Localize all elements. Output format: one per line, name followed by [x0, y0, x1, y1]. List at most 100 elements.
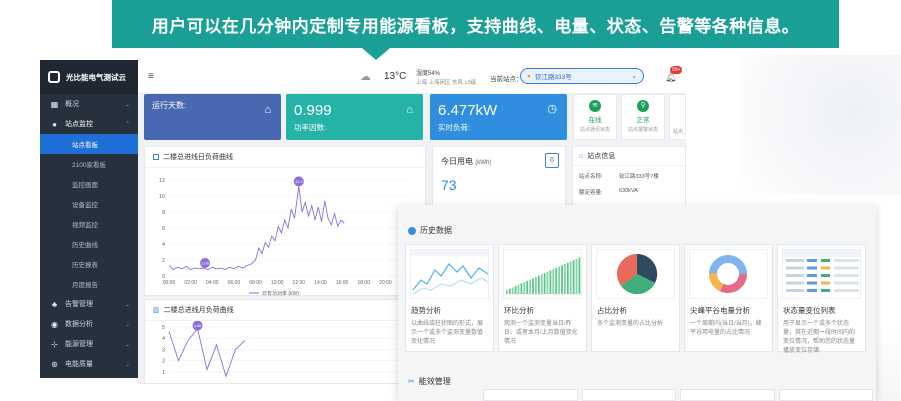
- kpi-power-factor: 0.999 功率因数: ⌂: [286, 94, 423, 140]
- status-value: 在线: [588, 117, 602, 124]
- sidebar-item-label: 数据分析: [65, 321, 93, 328]
- mini-bar: [546, 271, 549, 294]
- mini-bar: [566, 262, 569, 294]
- x-tick-label: 08:00: [249, 280, 262, 286]
- site-info-key: 站点名称:: [579, 174, 603, 180]
- energy-card[interactable]: [778, 389, 873, 401]
- mini-bar: [549, 270, 552, 294]
- sidebar-subitem-history-report[interactable]: 历史报表: [40, 254, 138, 274]
- monthly-load-chart-panel: ▥ 二楼总进线月负荷曲线 1 2 3 4 5 4.86: [144, 299, 426, 384]
- topbar: ≡ ☁ 13°C 湿度54% 上海 上海闵区 东风 ≤3级 当前站点： ● 钦江…: [138, 60, 686, 94]
- data-label: 11.2: [295, 179, 303, 184]
- y-tick-label: 6: [162, 226, 165, 232]
- kpi-label: 功率因数:: [294, 123, 327, 132]
- mini-bar: [517, 284, 520, 294]
- chevron-up-icon: ⌃: [124, 121, 130, 128]
- grid-icon: ▦: [50, 99, 59, 109]
- sidebar-subitem-device-monitor[interactable]: 设备监控: [40, 194, 138, 214]
- mini-table-header: [783, 250, 860, 257]
- y-tick-label: 12: [159, 178, 165, 184]
- search-icon: ⚲: [637, 100, 649, 112]
- sidebar-item-data-analysis[interactable]: ◉ 数据分析 ⌄: [40, 314, 138, 334]
- legend-label: 日有功功率 (kW): [262, 290, 299, 296]
- mini-cell: [807, 266, 817, 270]
- history-card-share[interactable]: 占比分析 多个监测变量的占比分析: [591, 244, 680, 352]
- mini-cell: [807, 281, 817, 285]
- y-tick-label: 4: [162, 242, 165, 248]
- mini-bar: [558, 266, 560, 294]
- history-card-status-change[interactable]: 状态量变位列表 用于显示一个或多个状态量，其在近期一段时间内的变位情况，帮助您的…: [777, 244, 866, 354]
- history-card-trend[interactable]: 趋势分析 以曲线或柱状图的形式，展示一个或多个监测变量数值变化情况: [405, 244, 494, 352]
- data-label: 1.00: [201, 261, 210, 266]
- mini-bar: [532, 278, 534, 294]
- today-usage-panel: 今日用电 (kWh) 6 73: [432, 146, 566, 206]
- menu-toggle-icon[interactable]: ≡: [148, 71, 154, 82]
- sidebar-subitem-history-curve[interactable]: 历史曲线: [40, 234, 138, 254]
- kpi-value: 0.999: [294, 102, 332, 119]
- sidebar-subitem-2100-board[interactable]: 2100家看板: [40, 154, 138, 174]
- station-select-value: 钦江路333号: [534, 74, 572, 81]
- sidebar-item-station-monitor[interactable]: ● 站点监控 ⌃: [40, 114, 138, 134]
- status-label: 站点报警状态: [627, 127, 658, 133]
- energy-card[interactable]: [581, 389, 676, 401]
- energy-card[interactable]: [483, 389, 578, 401]
- x-tick-label: 12:00: [293, 280, 306, 286]
- card-description: 观测一个监测变量当日/昨日、或者本月/上月数值变化情况: [504, 321, 578, 345]
- energy-icon: ⊹: [51, 339, 58, 349]
- history-title: 历史数据: [420, 226, 452, 235]
- x-tick-label: 16:00: [336, 280, 349, 286]
- mini-cell: [807, 274, 817, 277]
- mini-bar: [578, 257, 581, 294]
- x-tick-label: 18:00: [357, 280, 370, 286]
- sidebar-subitem-monitor-screen[interactable]: 监控画面: [40, 174, 138, 194]
- daily-load-chart-panel: 二楼总进线日负荷曲线 0 2 4 6 8 10 12 00:00 02:00 04:00 06:00…: [144, 146, 426, 297]
- chevron-down-icon: ⌄: [631, 73, 637, 80]
- site-info-panel: ⌂ 站点信息 站点名称: 钦江路333号7楼 额定容量: 630kVA: [572, 146, 686, 206]
- app-logo[interactable]: 光比能电气测试云: [40, 60, 138, 94]
- wifi-icon: ≋: [589, 100, 601, 112]
- power-icon: ⊛: [51, 359, 58, 369]
- sidebar-subitem-video-monitor[interactable]: 视频监控: [40, 214, 138, 234]
- sidebar-item-power-quality[interactable]: ⊛ 电能质量 ⌄: [40, 354, 138, 374]
- app-title: 光比能电气测试云: [66, 72, 126, 82]
- chevron-down-icon: ⌄: [124, 321, 130, 328]
- card-description: 以曲线或柱状图的形式，展示一个或多个监测变量数值变化情况: [411, 321, 484, 345]
- chevron-down-icon: ⌄: [124, 101, 130, 108]
- sidebar-item-overview[interactable]: ▦ 概况 ⌄: [40, 94, 138, 114]
- mini-cell: [821, 281, 830, 285]
- card-description: 多个监测变量的占比分析: [597, 321, 664, 327]
- temperature: 13°C: [384, 71, 407, 82]
- sidebar-item-label: 能源管理: [65, 341, 93, 348]
- sidebar-item-label: 站点监控: [65, 121, 93, 128]
- energy-card[interactable]: [680, 389, 775, 401]
- sidebar-item-alarm[interactable]: ♣ 告警管理 ⌄: [40, 294, 138, 314]
- y-tick-label: 2: [162, 258, 165, 264]
- mini-cell: [786, 259, 804, 262]
- status-tile-alarm: ⚲ 正常 站点报警状态: [621, 94, 665, 140]
- x-tick-label: 20:00: [379, 280, 392, 286]
- bell-icon: ♣: [51, 299, 58, 309]
- sidebar-subitem-station-board[interactable]: 站点看板: [40, 134, 138, 154]
- station-select[interactable]: ● 钦江路333号 ⌄: [520, 68, 644, 84]
- mini-bar: [508, 288, 511, 294]
- mini-bar: [523, 282, 526, 294]
- promo-banner: 用户可以在几分钟内定制专用能源看板，支持曲线、电量、状态、告警等各种信息。: [112, 0, 839, 48]
- status-mini-table: [783, 250, 860, 292]
- mini-bar: [514, 286, 517, 294]
- today-unit: (kWh): [475, 160, 492, 166]
- x-tick-label: 10:00: [271, 280, 284, 286]
- banner-text: 用户可以在几分钟内定制专用能源看板，支持曲线、电量、状态、告警等各种信息。: [151, 16, 800, 36]
- card-title: 尖峰平谷电量分析: [690, 306, 750, 315]
- history-card-peak-valley[interactable]: 尖峰平谷电量分析 一个周期内(当日/当月)，峰平谷用电量的占比情况: [684, 244, 773, 352]
- history-card-ratio[interactable]: 环比分析 观测一个监测变量当日/昨日、或者本月/上月数值变化情况: [498, 244, 587, 352]
- sidebar-item-energy[interactable]: ⊹ 能源管理 ⌄: [40, 334, 138, 354]
- card-description: 一个周期内(当日/当月)，峰平谷用电量的占比情况: [690, 321, 762, 336]
- kpi-value: 6.477kW: [438, 102, 498, 119]
- panel-title: 二楼总进线日负荷曲线: [163, 154, 233, 161]
- mini-cell: [807, 259, 817, 262]
- panel-header: ⌂ 站点信息: [573, 147, 685, 166]
- weather-location: 上海 上海闵区 东风 ≤3级: [416, 80, 477, 86]
- mini-bar: [569, 261, 572, 294]
- sidebar-subitem-monthly-report[interactable]: 月度报告: [40, 274, 138, 294]
- sidebar: 光比能电气测试云 ▦ 概况 ⌄ ● 站点监控 ⌃ 站点看板 2100家看板 监控画面 设…: [40, 60, 138, 378]
